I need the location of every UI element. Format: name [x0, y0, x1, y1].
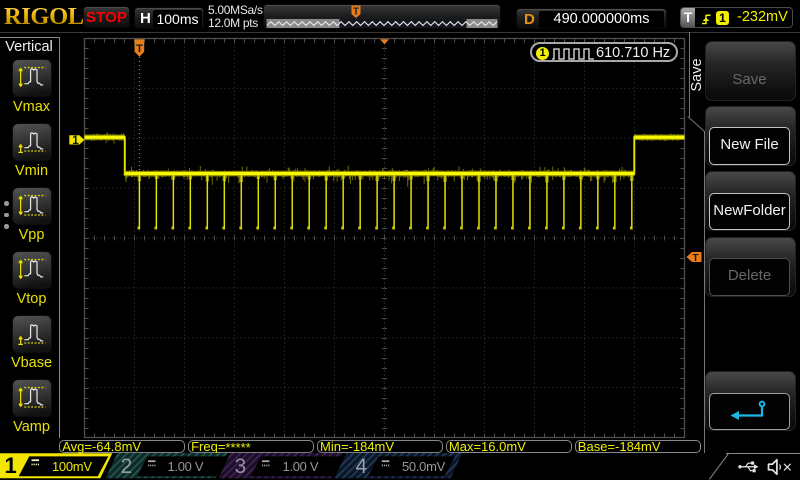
svg-text:1: 1	[72, 135, 79, 147]
svg-text:T: T	[692, 253, 698, 264]
svg-text:T: T	[136, 43, 143, 55]
